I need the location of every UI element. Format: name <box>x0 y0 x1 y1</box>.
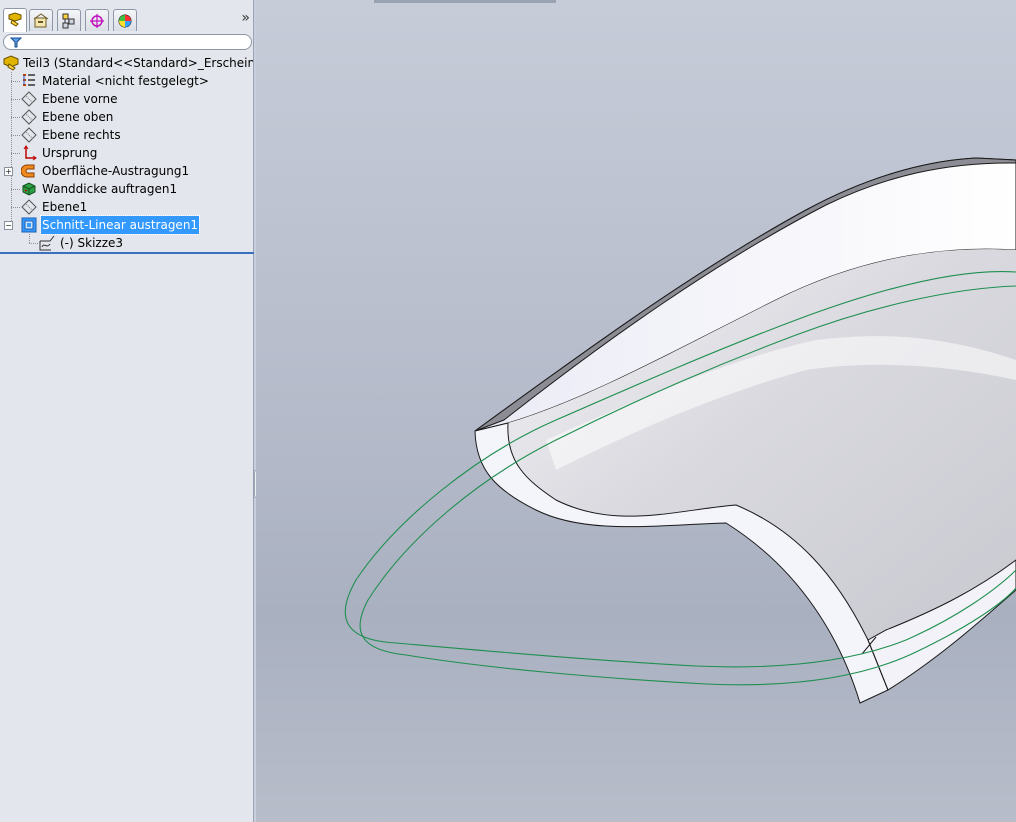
tree-item-surface-sweep[interactable]: + Oberfläche-Austragung1 <box>0 162 220 180</box>
tab-configurationmanager[interactable] <box>57 9 81 31</box>
tree-item-material[interactable]: Material <nicht festgelegt> <box>0 72 220 90</box>
featuremanager-panel: » Teil3 (Standard<<Standard>_Erscheinung… <box>0 0 254 822</box>
sketch-icon <box>39 235 55 251</box>
featuremanager-tab-icon <box>8 12 22 27</box>
origin-icon <box>23 145 37 161</box>
tree-item-label: Oberfläche-Austragung1 <box>42 164 190 178</box>
tree-item-label: Ebene1 <box>42 200 88 214</box>
tab-propertymanager[interactable] <box>29 9 53 31</box>
part-icon <box>3 55 19 71</box>
plane-icon <box>21 199 37 215</box>
tree-end-marker <box>0 252 254 254</box>
tree-item-right-plane[interactable]: Ebene rechts <box>0 126 220 144</box>
plane-icon <box>21 91 37 107</box>
tree-item-sketch3[interactable]: (-) Skizze3 <box>0 234 220 252</box>
tree-item-plane1[interactable]: Ebene1 <box>0 198 220 216</box>
tabs-overflow-button[interactable]: » <box>241 11 250 25</box>
tree-item-front-plane[interactable]: Ebene vorne <box>0 90 220 108</box>
cut-extrude-icon <box>21 217 37 233</box>
tree-item-label: (-) Skizze3 <box>60 236 124 250</box>
tree-item-label: Ebene vorne <box>42 92 118 106</box>
tree-item-label: Ursprung <box>42 146 98 160</box>
plane-icon <box>21 109 37 125</box>
propertymanager-tab-icon <box>33 13 49 28</box>
tree-item-cut-extrude[interactable]: − Schnitt-Linear austragen1 <box>0 215 220 235</box>
viewport-top-edge <box>374 0 556 3</box>
graphics-area[interactable] <box>256 0 1016 822</box>
tree-item-label: Ebene oben <box>42 110 114 124</box>
tree-item-label: Wanddicke auftragen1 <box>42 182 178 196</box>
tree-item-label: Schnitt-Linear austragen1 <box>39 215 201 235</box>
tree-root-label: Teil3 (Standard<<Standard>_Erscheinungsb… <box>23 56 253 70</box>
collapse-toggle-icon[interactable]: − <box>4 221 13 230</box>
configurationmanager-tab-icon <box>62 13 75 29</box>
thicken-icon <box>22 182 36 196</box>
displaymanager-tab-icon <box>118 14 132 28</box>
filter-icon <box>10 37 22 48</box>
tree-filter-input[interactable] <box>3 34 252 50</box>
tree-item-top-plane[interactable]: Ebene oben <box>0 108 220 126</box>
tree-item-label: Ebene rechts <box>42 128 121 142</box>
expand-toggle-icon[interactable]: + <box>4 167 13 176</box>
tree-item-thicken[interactable]: Wanddicke auftragen1 <box>0 180 220 198</box>
tab-featuremanager[interactable] <box>3 8 27 32</box>
tree-item-origin[interactable]: Ursprung <box>0 144 220 162</box>
tree-item-label: Material <nicht festgelegt> <box>42 74 209 88</box>
tab-displaymanager[interactable] <box>113 9 137 31</box>
dimxpert-tab-icon <box>90 14 104 28</box>
tree-root-part[interactable]: Teil3 (Standard<<Standard>_Erscheinungsb… <box>0 54 254 72</box>
tab-dimxpert[interactable] <box>85 9 109 31</box>
surface-sweep-icon <box>21 164 35 178</box>
plane-icon <box>21 127 37 143</box>
material-icon <box>23 74 35 86</box>
model-view <box>256 0 1016 822</box>
manager-tabs: » <box>0 0 254 32</box>
